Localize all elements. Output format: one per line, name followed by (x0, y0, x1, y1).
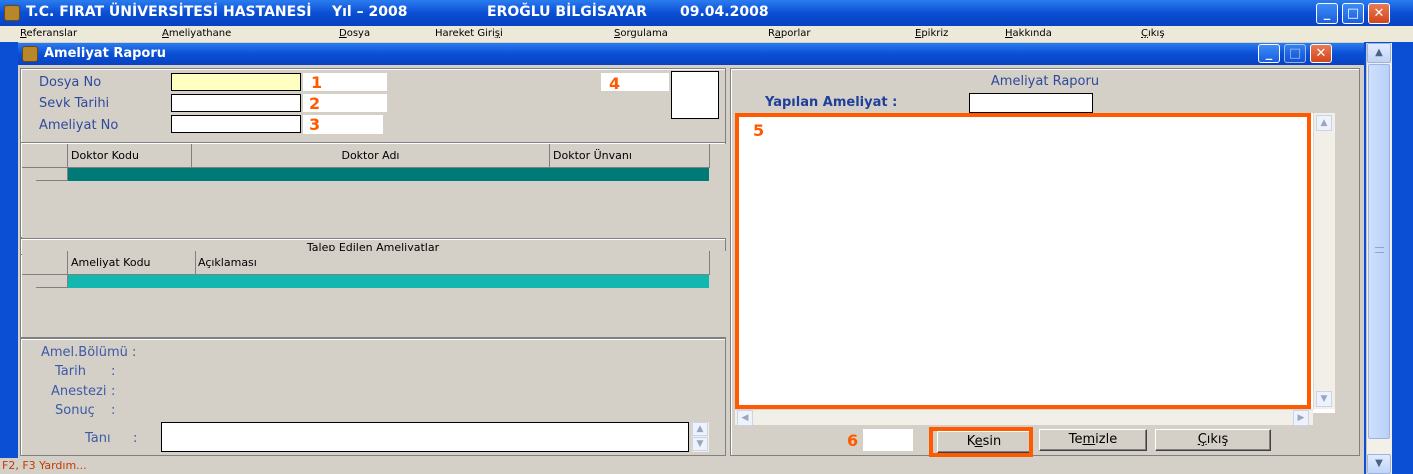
dosya-no-input[interactable] (171, 73, 301, 91)
ameliyat-no-input[interactable] (171, 115, 301, 133)
annotation-4: 4 (609, 74, 621, 93)
sevk-tarihi-label: Sevk Tarihi (39, 96, 110, 111)
menu-epikriz[interactable]: Epikriz (915, 28, 948, 39)
menu-hareket-girisi[interactable]: Hareket Girişi (435, 28, 503, 39)
close-icon: ✕ (1315, 46, 1327, 61)
mdi-left-frame (0, 42, 18, 474)
sevk-tarihi-input[interactable] (171, 94, 301, 112)
child-maximize-button[interactable]: □ (1284, 44, 1306, 63)
tani-label: Tanı (85, 431, 111, 446)
tarih-colon: : (111, 364, 116, 379)
bolum-label: Amel.Bölümü : (41, 345, 137, 360)
doctor-col-unvan[interactable]: Doktor Ünvanı (550, 144, 710, 168)
menu-raporlar[interactable]: Raporlar (768, 28, 810, 39)
yapilan-ameliyat-input[interactable] (969, 93, 1093, 113)
maximize-button[interactable]: □ (1342, 3, 1364, 24)
annotation-6: 6 (847, 431, 859, 450)
child-title-bar[interactable]: Ameliyat Raporu _ □ ✕ (18, 43, 1364, 65)
scroll-down-button[interactable]: ▼ (1367, 454, 1391, 474)
tarih-label: Tarih (55, 364, 86, 379)
table-row[interactable] (68, 168, 710, 181)
chevron-up-icon: ▲ (1375, 47, 1383, 58)
photo-box (671, 71, 719, 119)
anestezi-label: Anestezi (51, 384, 107, 399)
title-hospital: T.C. FIRAT ÜNİVERSİTESİ HASTANESİ (26, 4, 312, 20)
child-close-button[interactable]: ✕ (1310, 44, 1332, 63)
report-vertical-scrollbar[interactable]: ▲ ▼ (1313, 113, 1335, 409)
annotation-1: 1 (311, 73, 323, 92)
menu-dosya[interactable]: Dosya (339, 28, 370, 39)
grip-icon (1375, 247, 1384, 253)
annotation-5: 5 (753, 121, 765, 140)
maximize-icon: □ (1346, 6, 1360, 21)
title-year: Yıl – 2008 (332, 4, 408, 20)
annotation-frame-6 (929, 427, 1033, 457)
title-date: 09.04.2008 (680, 4, 769, 20)
close-button[interactable]: ✕ (1368, 3, 1390, 24)
annotation-frame-5 (735, 113, 1311, 409)
status-bar: F2, F3 Yardım... (0, 458, 1364, 474)
minimize-icon: _ (1323, 6, 1331, 21)
chevron-left-icon[interactable]: ◀ (737, 410, 753, 426)
chevron-up-icon[interactable]: ▲ (692, 422, 708, 436)
temizle-button[interactable]: Temizle (1039, 429, 1147, 451)
patient-info-panel: Dosya No Sevk Tarihi Ameliyat No 1 2 3 4 (20, 68, 726, 144)
doctor-col-kod[interactable]: Doktor Kodu (68, 144, 192, 168)
requested-row-indicator[interactable] (36, 275, 68, 288)
child-minimize-button[interactable]: _ (1258, 44, 1280, 63)
cikis-button[interactable]: Çıkış (1155, 429, 1271, 451)
requested-col-aciklama[interactable]: Açıklaması (196, 251, 710, 275)
menu-ameliyathane[interactable]: Ameliyathane (162, 28, 231, 39)
requested-col-kod[interactable]: Ameliyat Kodu (68, 251, 196, 275)
status-text: F2, F3 Yardım... (2, 459, 87, 472)
menu-cikis[interactable]: Çıkış (1141, 28, 1165, 39)
chevron-down-icon: ▼ (1375, 458, 1383, 469)
menu-referanslar[interactable]: Referanslar (20, 28, 77, 39)
sonuc-colon: : (111, 403, 116, 418)
operation-info-panel: Amel.Bölümü : Tarih : Anestezi : Sonuç :… (20, 338, 726, 456)
menu-hakkinda[interactable]: Hakkında (1005, 28, 1052, 39)
chevron-up-icon[interactable]: ▲ (1316, 115, 1332, 131)
chevron-down-icon[interactable]: ▼ (1316, 391, 1332, 407)
requested-grid: Ameliyat Kodu Açıklaması (22, 251, 726, 337)
anestezi-colon: : (111, 384, 116, 399)
requested-grid-corner (22, 251, 68, 275)
minimize-icon: _ (1265, 46, 1273, 61)
doctor-col-adi[interactable]: Doktor Adı (192, 144, 550, 168)
scroll-up-button[interactable]: ▲ (1367, 43, 1391, 63)
tani-scrollbar[interactable]: ▲ ▼ (691, 422, 709, 452)
annotation-3: 3 (309, 115, 321, 134)
doctor-grid: Doktor Kodu Doktor Adı Doktor Ünvanı (22, 144, 726, 238)
doctor-grid-corner (22, 144, 68, 168)
yapilan-ameliyat-label: Yapılan Ameliyat : (765, 95, 898, 110)
scroll-thumb[interactable] (1368, 64, 1390, 439)
tani-colon: : (133, 431, 138, 446)
title-vendor: EROĞLU BİLGİSAYAR (487, 4, 647, 20)
dosya-no-label: Dosya No (39, 75, 102, 90)
minimize-button[interactable]: _ (1316, 3, 1338, 24)
doctor-grid-panel: Doktor Kodu Doktor Adı Doktor Ünvanı (20, 142, 726, 238)
annotation-2: 2 (309, 94, 321, 113)
sonuc-label: Sonuç (55, 403, 95, 418)
ameliyat-no-label: Ameliyat No (39, 118, 119, 133)
tani-input[interactable] (161, 422, 689, 452)
chevron-right-icon[interactable]: ▶ (1293, 410, 1309, 426)
chevron-down-icon[interactable]: ▼ (692, 437, 708, 451)
button-annotation-bg (863, 429, 913, 451)
menu-bar: Referanslar Ameliyathane Dosya Hareket G… (0, 26, 1413, 42)
child-title: Ameliyat Raporu (44, 46, 167, 61)
child-logo-icon (22, 46, 38, 62)
close-icon: ✕ (1373, 6, 1385, 21)
report-panel: Ameliyat Raporu Yapılan Ameliyat : 5 ▲ ▼… (730, 68, 1360, 457)
app-logo-icon (4, 5, 20, 21)
menu-sorgulama[interactable]: Sorgulama (614, 28, 668, 39)
report-horizontal-scrollbar[interactable]: ◀ ▶ (735, 409, 1313, 426)
maximize-icon: □ (1288, 46, 1302, 61)
requested-operations-panel: Talep Edilen Ameliyatlar Ameliyat Kodu A… (20, 238, 726, 338)
doctor-row-indicator[interactable] (36, 168, 68, 181)
main-title-bar[interactable]: T.C. FIRAT ÜNİVERSİTESİ HASTANESİ Yıl – … (0, 0, 1413, 26)
table-row[interactable] (68, 275, 710, 288)
report-title: Ameliyat Raporu (990, 74, 1100, 89)
